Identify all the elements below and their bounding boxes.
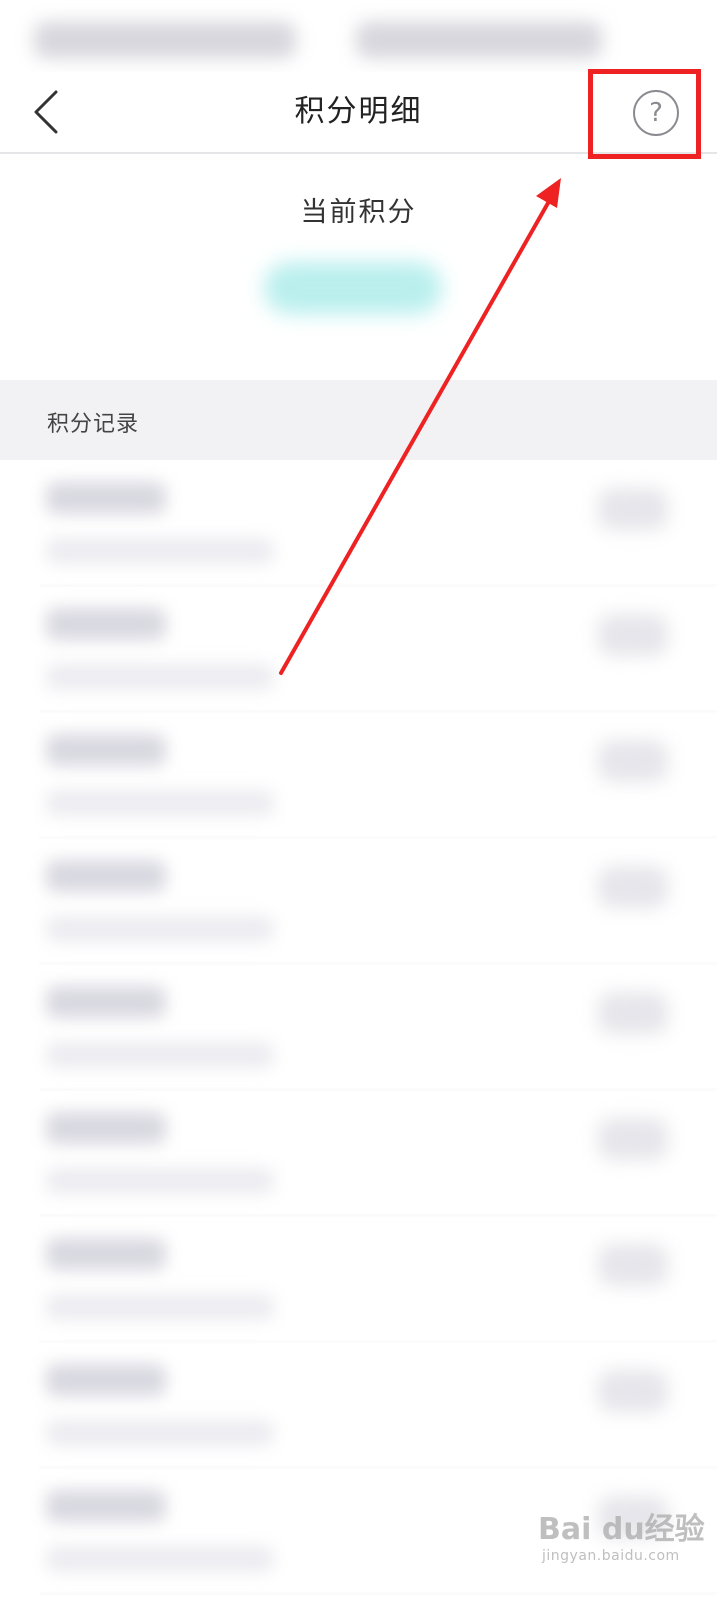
- status-bar-right-blur: [356, 22, 602, 58]
- status-bar-left-blur: [34, 22, 296, 58]
- record-title: [46, 608, 166, 640]
- record-points: [598, 614, 668, 656]
- record-points: [598, 866, 668, 908]
- record-item: [0, 1090, 717, 1216]
- record-points: [598, 1244, 668, 1286]
- record-title: [46, 734, 166, 766]
- record-item: [0, 838, 717, 964]
- record-title: [46, 860, 166, 892]
- record-item: [0, 1216, 717, 1342]
- record-time: [46, 1294, 274, 1320]
- record-time: [46, 1168, 274, 1194]
- chevron-left-icon: [34, 90, 58, 134]
- screen: 积分明细 ? 当前积分 积分记录 Bai du经验 jingyan.baidu.…: [0, 0, 717, 1600]
- record-item: [0, 712, 717, 838]
- record-title: [46, 482, 166, 514]
- current-points-value: [264, 262, 442, 314]
- record-points: [598, 1496, 668, 1538]
- record-item: [0, 1468, 717, 1594]
- record-title: [46, 986, 166, 1018]
- record-points: [598, 740, 668, 782]
- record-divider: [40, 1593, 717, 1594]
- status-bar: [0, 0, 717, 72]
- record-time: [46, 1546, 274, 1572]
- record-points: [598, 1370, 668, 1412]
- record-time: [46, 1042, 274, 1068]
- record-title: [46, 1490, 166, 1522]
- record-time: [46, 664, 274, 690]
- record-time: [46, 538, 274, 564]
- record-points: [598, 488, 668, 530]
- record-item: [0, 964, 717, 1090]
- record-item: [0, 586, 717, 712]
- annotation-highlight-box: [588, 69, 701, 159]
- record-list: [0, 460, 717, 1594]
- record-title: [46, 1364, 166, 1396]
- records-title: 积分记录: [47, 412, 140, 437]
- record-title: [46, 1112, 166, 1144]
- record-points: [598, 1118, 668, 1160]
- current-points-label: 当前积分: [300, 197, 417, 228]
- record-time: [46, 790, 274, 816]
- record-item: [0, 460, 717, 586]
- record-item: [0, 1342, 717, 1468]
- record-time: [46, 916, 274, 942]
- back-button[interactable]: [22, 84, 68, 140]
- records-header: 积分记录: [0, 380, 717, 460]
- record-title: [46, 1238, 166, 1270]
- record-time: [46, 1420, 274, 1446]
- record-points: [598, 992, 668, 1034]
